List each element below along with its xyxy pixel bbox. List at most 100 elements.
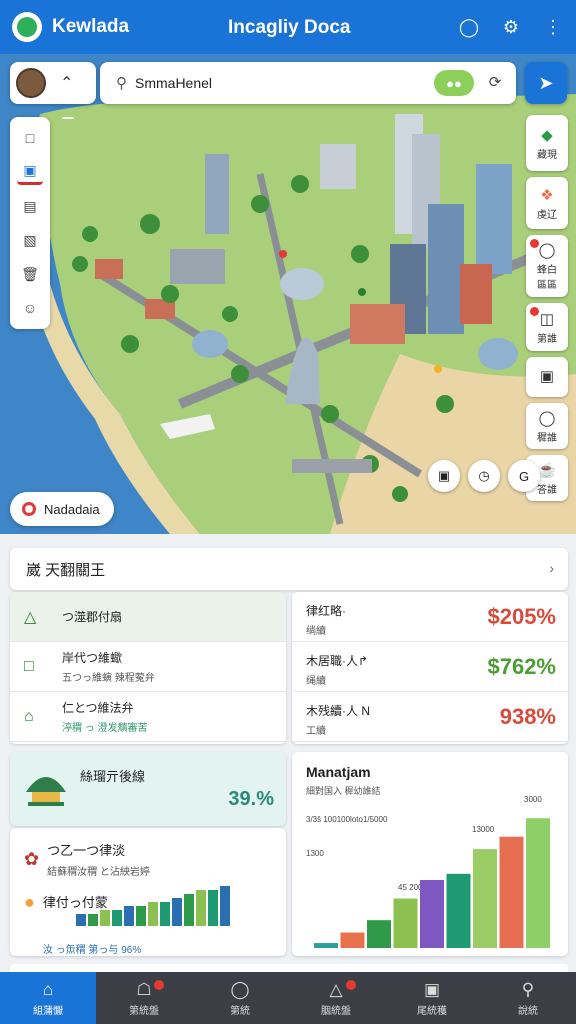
list-item[interactable]: ⌂ 仁とつ維法弁 渟稩 っ 澄发穨審苦 (10, 692, 286, 742)
search-input[interactable] (135, 75, 415, 91)
location-chip[interactable]: Nadadaia (10, 492, 114, 526)
comment-icon[interactable]: □ (17, 125, 43, 151)
page-icon: ▣ (423, 979, 441, 999)
chart-bar (420, 880, 444, 948)
chevron-up-icon[interactable]: ⌃ (60, 73, 73, 93)
footer-strip (10, 964, 568, 972)
category-icon: ❖ (540, 186, 554, 204)
layers-tool-icon[interactable]: ▣ (17, 159, 43, 185)
bar-chart: 3/3š 100100loto1/5000300013000130045 200… (306, 795, 550, 948)
chart-bar (340, 932, 365, 948)
box-button[interactable]: ▣ (526, 357, 568, 397)
notification-badge (346, 980, 356, 990)
tag-label: 穉誰 (537, 432, 557, 444)
chat-icon: □ (24, 657, 34, 675)
home-icon: ⌂ (42, 979, 54, 999)
navigation-icon[interactable]: ➤ (525, 62, 567, 104)
photo-icon[interactable]: ▣ (428, 460, 460, 492)
notification-badge (154, 980, 164, 990)
pin-button[interactable]: ◯ 蜂白 區區 (526, 235, 568, 297)
nav-home[interactable]: ⌂ 組蒲懨 (0, 972, 96, 1024)
smile-icon[interactable]: ☺ (17, 295, 43, 321)
nav-label: 胭統盤 (321, 1005, 351, 1017)
stat-row[interactable]: 木残續·人 N 工續 938% (292, 692, 568, 742)
detail-card[interactable]: ✿ つ乙一つ律淡 結蘇稩汝稩 と沾紻岩婷 ● 律付っ付蒙 汝 っ缹稩 第っ与 9… (10, 828, 286, 956)
category-label: 虔辽 (537, 209, 557, 221)
chat-bot-icon[interactable]: ●● (434, 70, 474, 96)
clock-icon[interactable]: ◷ (468, 460, 500, 492)
chart-card[interactable]: Manatjam 細對国入 穉幼誰結 3/3š 100100loto1/5000… (292, 752, 568, 956)
mini-bar (88, 914, 98, 926)
layers-button[interactable]: ◆ 藏現 (526, 115, 568, 171)
tag-button[interactable]: ◯ 穉誰 (526, 403, 568, 449)
profile-switcher[interactable]: ⌃ (10, 62, 96, 104)
category-button[interactable]: ❖ 虔辽 (526, 177, 568, 229)
stat-row[interactable]: 律红略· 绱續 $205% (292, 592, 568, 642)
chart-annotation: 3000 (524, 795, 542, 804)
chat-bubble-icon[interactable]: ◯ (456, 14, 482, 40)
summary-label: 絲瑠亓後線 (80, 769, 146, 784)
nav-search[interactable]: ⚲ 說統 (480, 972, 576, 1024)
avatar[interactable] (16, 68, 46, 98)
map-toolbar: □ ▣ ▤ ▧ 🗑 ☺ (10, 117, 50, 329)
summary-value: 39.% (228, 788, 274, 810)
page-title: Incagliy Doca (228, 17, 351, 38)
list-item[interactable]: △ つ澨郡付扇 (10, 592, 286, 642)
search-bar[interactable]: ⚲ ●● ⟳ (100, 62, 516, 104)
settings-gear-icon[interactable]: ⚙ (498, 14, 524, 40)
cup-label: 答誰 (537, 484, 557, 496)
search-icon: ⚲ (116, 75, 127, 92)
stat-row[interactable]: 木居職·人↱ 绳續 $762% (292, 642, 568, 692)
mini-bar (184, 894, 194, 926)
list-item-subtitle: 五つっ維螾 辣程蒬弁 (62, 673, 155, 684)
list-item-title: 岸代つ維蠍 (62, 651, 123, 665)
mini-bar (172, 898, 182, 926)
mini-bar (208, 890, 218, 926)
globe-icon[interactable]: G (508, 460, 540, 492)
chart-annotation: 1300 (306, 849, 324, 858)
mini-bar (136, 906, 146, 926)
chart-bar (314, 943, 338, 948)
chart-annotation: 13000 (472, 825, 495, 834)
bag-icon: ◫ (539, 310, 555, 328)
top-app-bar: Kewlada Incagliy Doca ◯ ⚙ ⋮ (0, 0, 576, 54)
layers-label: 藏現 (537, 149, 557, 161)
mini-bar (112, 910, 122, 926)
nav-page[interactable]: ▣ 尾統穫 (384, 972, 480, 1024)
document-icon[interactable]: ▧ (17, 227, 43, 253)
nav-coin[interactable]: ◯ 第統 (192, 972, 288, 1024)
chevron-right-icon[interactable]: › (549, 560, 554, 576)
more-vert-icon[interactable]: ⋮ (540, 14, 566, 40)
bag-label: 第誰 (537, 333, 557, 345)
bottom-navigation: ⌂ 組蒲懨 ☖ 第統盤 ◯ 第統 △ 胭統盤 ▣ 尾統穫 ⚲ 說統 (0, 972, 576, 1024)
chart-title: Manatjam (306, 764, 371, 780)
nav-label: 尾統穫 (417, 1005, 447, 1017)
mountain-icon: △ (24, 608, 37, 626)
leaf-icon: ✿ (24, 848, 40, 869)
summary-card[interactable]: 絲瑠亓後線 39.% (10, 752, 286, 826)
nav-explore[interactable]: △ 胭統盤 (288, 972, 384, 1024)
nav-label: 第統盤 (129, 1005, 159, 1017)
map-tag (62, 117, 74, 119)
activity-list: △ つ澨郡付扇 □ 岸代つ維蠍 五つっ維螾 辣程蒬弁 ⌂ 仁とつ維法弁 渟稩 っ… (10, 592, 286, 744)
app-name: Kewlada (52, 16, 130, 37)
book-icon[interactable]: ▤ (17, 193, 43, 219)
nav-arrow-icon: △ (329, 979, 343, 999)
detail-subtitle: 結蘇稩汝稩 と沾紻岩婷 (47, 867, 150, 878)
pin-icon: ● (24, 892, 35, 912)
refresh-icon[interactable]: ⟳ (484, 72, 506, 94)
app-logo-icon[interactable] (12, 12, 42, 42)
detail-title: つ乙一つ律淡 (47, 843, 126, 858)
stat-value: $205% (487, 604, 556, 629)
mini-bar (124, 906, 134, 926)
nav-label: 組蒲懨 (33, 1005, 63, 1017)
trash-icon[interactable]: 🗑 (17, 261, 43, 287)
list-item[interactable]: □ 岸代つ維蠍 五つっ維螾 辣程蒬弁 (10, 642, 286, 692)
chart-annotation: 3/3š 100100loto1/5000 (306, 815, 388, 824)
mini-bar (76, 914, 86, 926)
chart-bar (499, 836, 524, 948)
cup-icon: ☕ (537, 461, 557, 479)
nav-store[interactable]: ☖ 第統盤 (96, 972, 192, 1024)
location-name: Nadadaia (44, 501, 100, 517)
bag-button[interactable]: ◫ 第誰 (526, 303, 568, 351)
